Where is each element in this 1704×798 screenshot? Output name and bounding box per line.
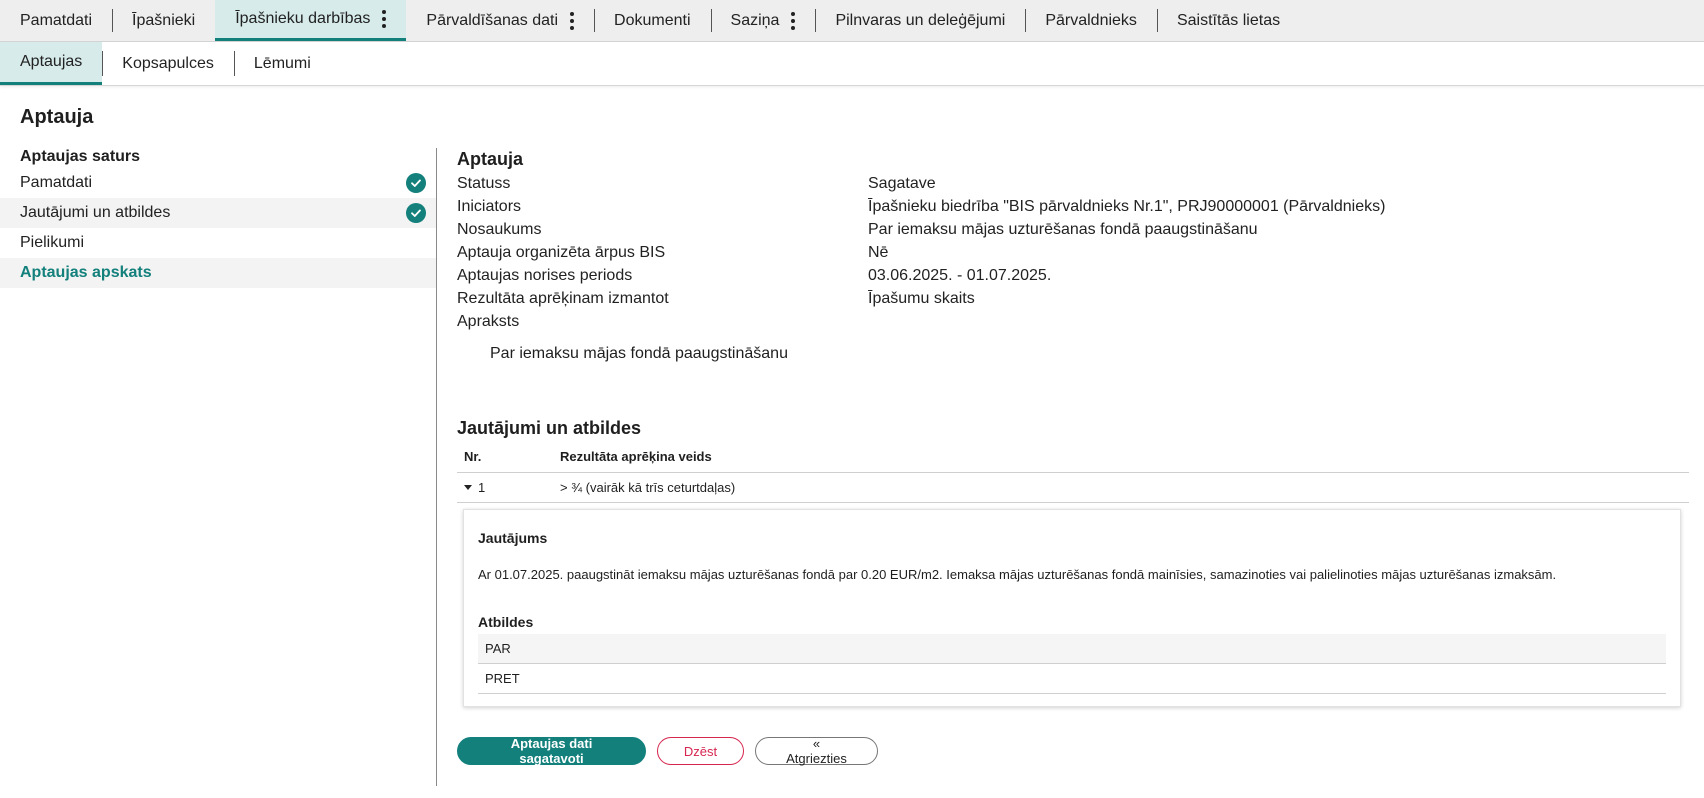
tab-dokumenti[interactable]: Dokumenti <box>594 0 710 41</box>
field-row: Apraksts <box>457 310 1689 333</box>
field-value: Nē <box>868 244 889 261</box>
table-row[interactable]: 1 > ¾ (vairāk kā trīs ceturtdaļas) <box>457 473 1689 503</box>
list-item: PRET <box>478 664 1666 694</box>
field-value: Par iemaksu mājas uzturēšanas fondā paau… <box>868 221 1258 238</box>
question-label: Jautājums <box>478 530 548 546</box>
tab-ipasnieki[interactable]: Īpašnieki <box>112 0 215 41</box>
field-row: Nosaukums Par iemaksu mājas uzturēšanas f… <box>457 218 1689 241</box>
field-label: Statuss <box>457 175 511 192</box>
tab-label: Īpašnieku darbības <box>235 10 371 27</box>
field-value: Īpašumu skaits <box>868 290 975 307</box>
field-label: Iniciators <box>457 198 522 215</box>
top-navigation: Pamatdati Īpašnieki Īpašnieku darbības P… <box>0 0 1704 42</box>
field-value: Sagatave <box>868 175 936 192</box>
sidebar-item-aptaujas-apskats[interactable]: Aptaujas apskats <box>0 258 436 288</box>
answers-label: Atbildes <box>478 614 534 630</box>
questions-section-title: Jautājumi un atbildes <box>457 418 642 438</box>
answer-text: PAR <box>485 641 511 656</box>
sidebar-item-jautajumi[interactable]: Jautājumi un atbildes <box>0 198 436 228</box>
tab-label: Pilnvaras un deleģējumi <box>835 11 1006 29</box>
tab-saistitas-lietas[interactable]: Saistītās lietas <box>1156 0 1300 41</box>
kebab-menu-icon[interactable] <box>570 11 575 30</box>
field-label: Aptauja organizēta ārpus BIS <box>457 244 666 261</box>
field-value: 03.06.2025. - 01.07.2025. <box>868 267 1052 284</box>
vertical-divider <box>436 148 437 786</box>
row-nr: 1 <box>478 480 486 495</box>
answer-text: PRET <box>485 671 520 686</box>
tab-label: Pārvaldīšanas dati <box>426 11 559 29</box>
subtab-label: Lēmumi <box>253 54 311 72</box>
field-row: Iniciators Īpašnieku biedrība "BIS pārval… <box>457 195 1689 218</box>
survey-content-sidebar: Aptaujas saturs Pamatdati Jautājumi un a… <box>0 146 436 288</box>
field-row: Rezultāta aprēķinam izmantot Īpašumu skai… <box>457 287 1689 310</box>
tab-parvaldisanas-dati[interactable]: Pārvaldīšanas dati <box>406 0 594 41</box>
field-label: Rezultāta aprēķinam izmantot <box>457 290 669 307</box>
field-value: Īpašnieku biedrība "BIS pārvaldnieks Nr.… <box>868 198 1386 215</box>
row-calc: > ¾ (vairāk kā trīs ceturtdaļas) <box>560 480 736 495</box>
action-buttons: Aptaujas dati sagatavoti Dzēst « Atgriez… <box>457 736 1689 766</box>
field-label: Nosaukums <box>457 221 542 238</box>
check-circle-icon <box>406 173 426 193</box>
column-header-calc: Rezultāta aprēķina veids <box>560 449 712 464</box>
column-header-nr: Nr. <box>464 449 482 464</box>
tab-sazina[interactable]: Saziņa <box>710 0 816 41</box>
questions-table-header: Nr. Rezultāta aprēķina veids <box>457 441 1689 473</box>
sub-navigation: Aptaujas Kopsapulces Lēmumi <box>0 42 1704 86</box>
survey-overview: Aptauja Statuss Sagatave Iniciators Īpašni… <box>457 146 1689 766</box>
subtab-kopsapulces[interactable]: Kopsapulces <box>102 42 234 85</box>
sidebar-item-pielikumi[interactable]: Pielikumi <box>0 228 436 258</box>
tab-label: Īpašnieki <box>132 11 196 29</box>
check-circle-icon <box>406 203 426 223</box>
question-text: Ar 01.07.2025. paaugstināt iemaksu mājas… <box>478 567 1557 582</box>
sidebar-item-label: Pielikumi <box>20 234 85 251</box>
tab-pilnvaras[interactable]: Pilnvaras un deleģējumi <box>815 0 1025 41</box>
row-nr-cell: 1 <box>457 480 560 495</box>
tab-label: Dokumenti <box>614 11 691 29</box>
tab-label: Saistītās lietas <box>1176 11 1281 29</box>
sidebar-item-pamatdati[interactable]: Pamatdati <box>0 168 436 198</box>
field-label: Apraksts <box>457 313 520 330</box>
question-detail-card: Jautājums Ar 01.07.2025. paaugstināt iem… <box>463 509 1681 707</box>
sidebar-item-label: Pamatdati <box>20 174 93 191</box>
sidebar-item-label: Jautājumi un atbildes <box>20 204 171 221</box>
subtab-lemumi[interactable]: Lēmumi <box>233 42 331 85</box>
field-row: Statuss Sagatave <box>457 172 1689 195</box>
tab-ipasnieku-darbibas[interactable]: Īpašnieku darbības <box>215 0 407 41</box>
subtab-aptaujas[interactable]: Aptaujas <box>0 42 103 85</box>
tab-pamatdati[interactable]: Pamatdati <box>0 0 112 41</box>
subtab-label: Kopsapulces <box>122 54 214 72</box>
field-row: Aptauja organizēta ārpus BIS Nē <box>457 241 1689 264</box>
back-button[interactable]: « Atgriezties <box>755 736 878 766</box>
kebab-menu-icon[interactable] <box>791 11 796 30</box>
sidebar-heading: Aptaujas saturs <box>20 148 141 165</box>
description-text: Par iemaksu mājas fondā paaugstināšanu <box>490 345 788 362</box>
page-title: Aptauja <box>20 106 94 128</box>
kebab-menu-icon[interactable] <box>382 10 387 28</box>
section-title: Aptauja <box>457 149 524 169</box>
sidebar-item-label: Aptaujas apskats <box>20 264 152 281</box>
subtab-label: Aptaujas <box>20 53 83 70</box>
caret-down-icon[interactable] <box>464 485 472 490</box>
field-row: Aptaujas norises periods 03.06.2025. - 01… <box>457 264 1689 287</box>
tab-label: Pārvaldnieks <box>1045 11 1137 29</box>
list-item: PAR <box>478 634 1666 664</box>
field-label: Aptaujas norises periods <box>457 267 633 284</box>
delete-button[interactable]: Dzēst <box>657 737 744 765</box>
tab-parvaldnieks[interactable]: Pārvaldnieks <box>1025 0 1157 41</box>
survey-ready-button[interactable]: Aptaujas dati sagatavoti <box>457 736 646 766</box>
tab-label: Saziņa <box>730 11 780 29</box>
tab-label: Pamatdati <box>20 11 93 29</box>
